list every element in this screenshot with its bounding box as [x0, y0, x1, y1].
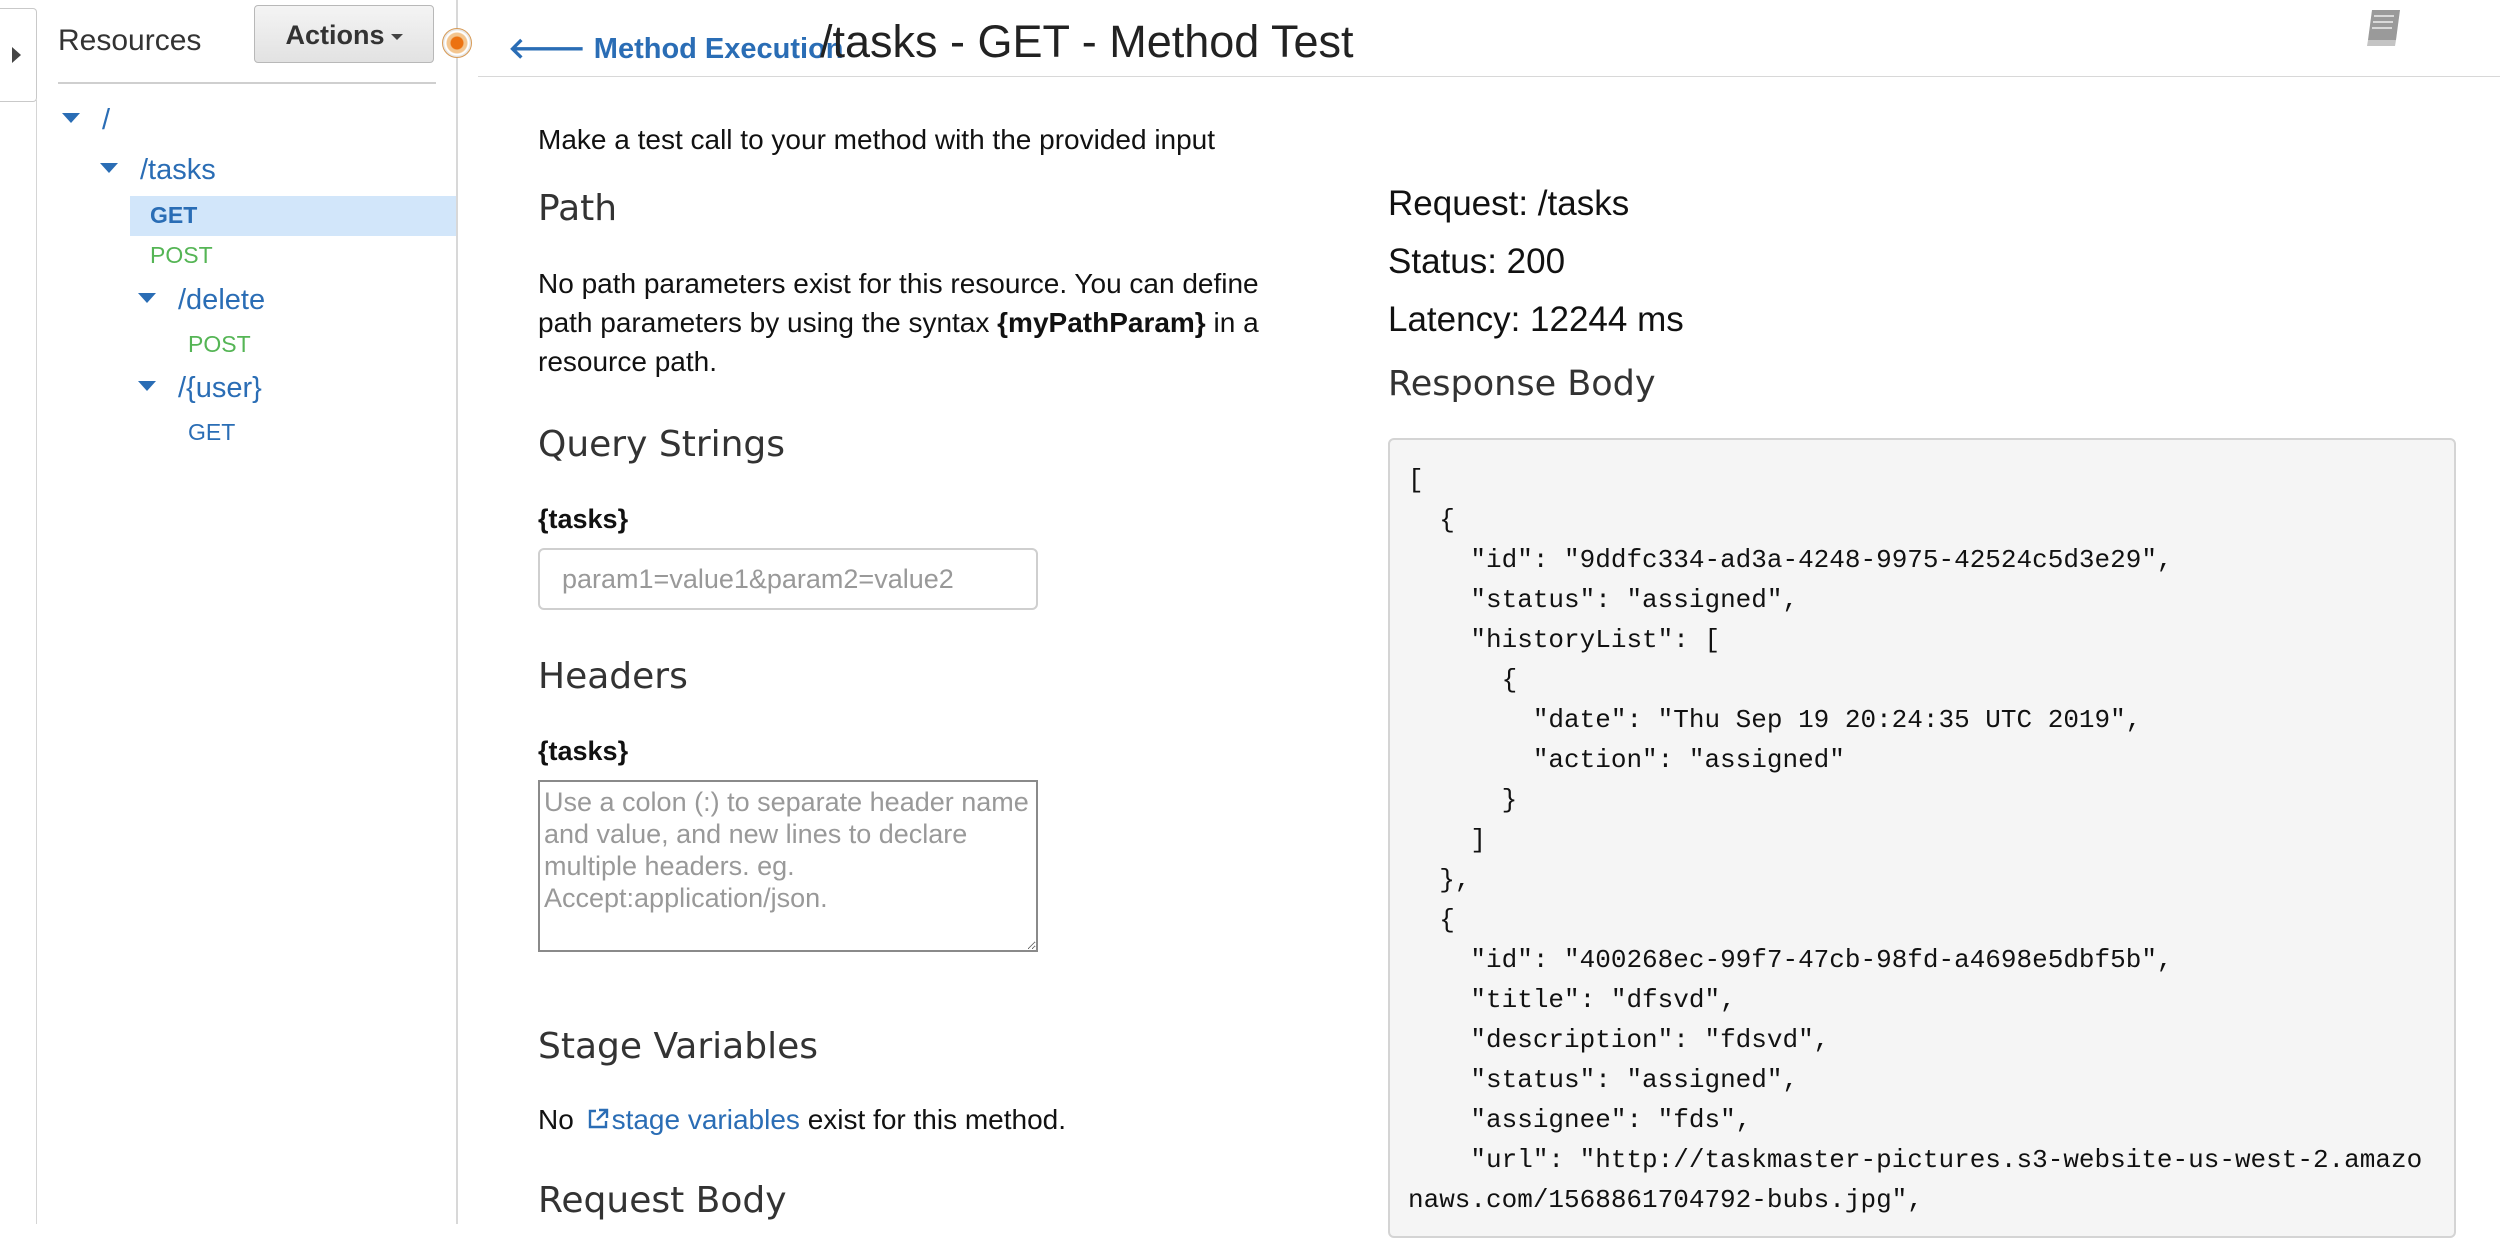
response-body-panel[interactable]: [ { "id": "9ddfc334-ad3a-4248-9975-42524…: [1388, 438, 2456, 1238]
caret-down-icon: [62, 113, 80, 124]
path-param-syntax: {myPathParam}: [997, 307, 1206, 338]
query-strings-heading: Query Strings: [538, 424, 786, 465]
method-delete-post[interactable]: POST: [188, 331, 251, 358]
query-strings-input[interactable]: [538, 548, 1038, 610]
tree-node-tasks[interactable]: /tasks: [100, 154, 216, 187]
caret-down-icon: [138, 293, 156, 304]
query-strings-label: {tasks}: [538, 504, 629, 534]
back-to-method-execution-link[interactable]: 🡐 Method Execution: [508, 30, 844, 66]
request-path: Request: /tasks: [1388, 184, 1630, 223]
method-tasks-post[interactable]: POST: [150, 242, 213, 269]
tree-node-label: /tasks: [140, 154, 216, 186]
caret-down-icon: [100, 163, 118, 174]
stage-variables-text: No stage variables exist for this method…: [538, 1104, 1066, 1136]
panel-resize-handle[interactable]: [442, 28, 472, 58]
tree-node-label: /delete: [178, 284, 266, 316]
stage-text-post: exist for this method.: [799, 1104, 1067, 1135]
tree-node-delete[interactable]: /delete: [138, 284, 265, 317]
method-tasks-get[interactable]: GET: [150, 202, 197, 229]
panel-divider: [456, 0, 458, 1224]
headers-textarea[interactable]: [538, 780, 1038, 952]
path-description: No path parameters exist for this resour…: [538, 264, 1278, 381]
tree-node-label: /{user}: [178, 372, 262, 404]
header-divider: [478, 76, 2500, 77]
headers-heading: Headers: [538, 656, 688, 697]
actions-button[interactable]: Actions: [254, 5, 434, 63]
tree-node-root[interactable]: /: [62, 104, 110, 137]
caret-down-icon: [138, 381, 156, 392]
resources-title: Resources: [58, 24, 202, 57]
response-latency: Latency: 12244 ms: [1388, 300, 1684, 339]
tree-node-user[interactable]: /{user}: [138, 372, 262, 405]
nav-edge-divider: [36, 100, 37, 1224]
arrow-left-icon: 🡐: [508, 33, 586, 65]
response-body-heading: Response Body: [1388, 364, 1656, 404]
expand-nav-toggle[interactable]: [0, 8, 37, 102]
response-status: Status: 200: [1388, 242, 1566, 281]
tree-node-label: /: [102, 104, 111, 136]
request-body-heading: Request Body: [538, 1180, 787, 1221]
caret-down-icon: [390, 33, 403, 40]
response-body-json: [ { "id": "9ddfc334-ad3a-4248-9975-42524…: [1408, 465, 2423, 1215]
external-link-icon: [588, 1108, 608, 1129]
headers-label: {tasks}: [538, 736, 629, 766]
stage-variables-link[interactable]: stage variables: [612, 1104, 800, 1135]
back-link-label: Method Execution: [593, 33, 844, 65]
stage-variables-heading: Stage Variables: [538, 1026, 818, 1067]
page-title: /tasks - GET - Method Test: [820, 16, 1354, 67]
intro-text: Make a test call to your method with the…: [538, 124, 1216, 155]
resources-divider: [58, 82, 436, 84]
method-user-get[interactable]: GET: [188, 419, 235, 446]
path-heading: Path: [538, 188, 618, 229]
caret-right-icon: [12, 47, 21, 63]
stage-text-pre: No: [538, 1104, 582, 1135]
actions-label: Actions: [285, 20, 385, 50]
book-icon[interactable]: [2360, 4, 2406, 50]
